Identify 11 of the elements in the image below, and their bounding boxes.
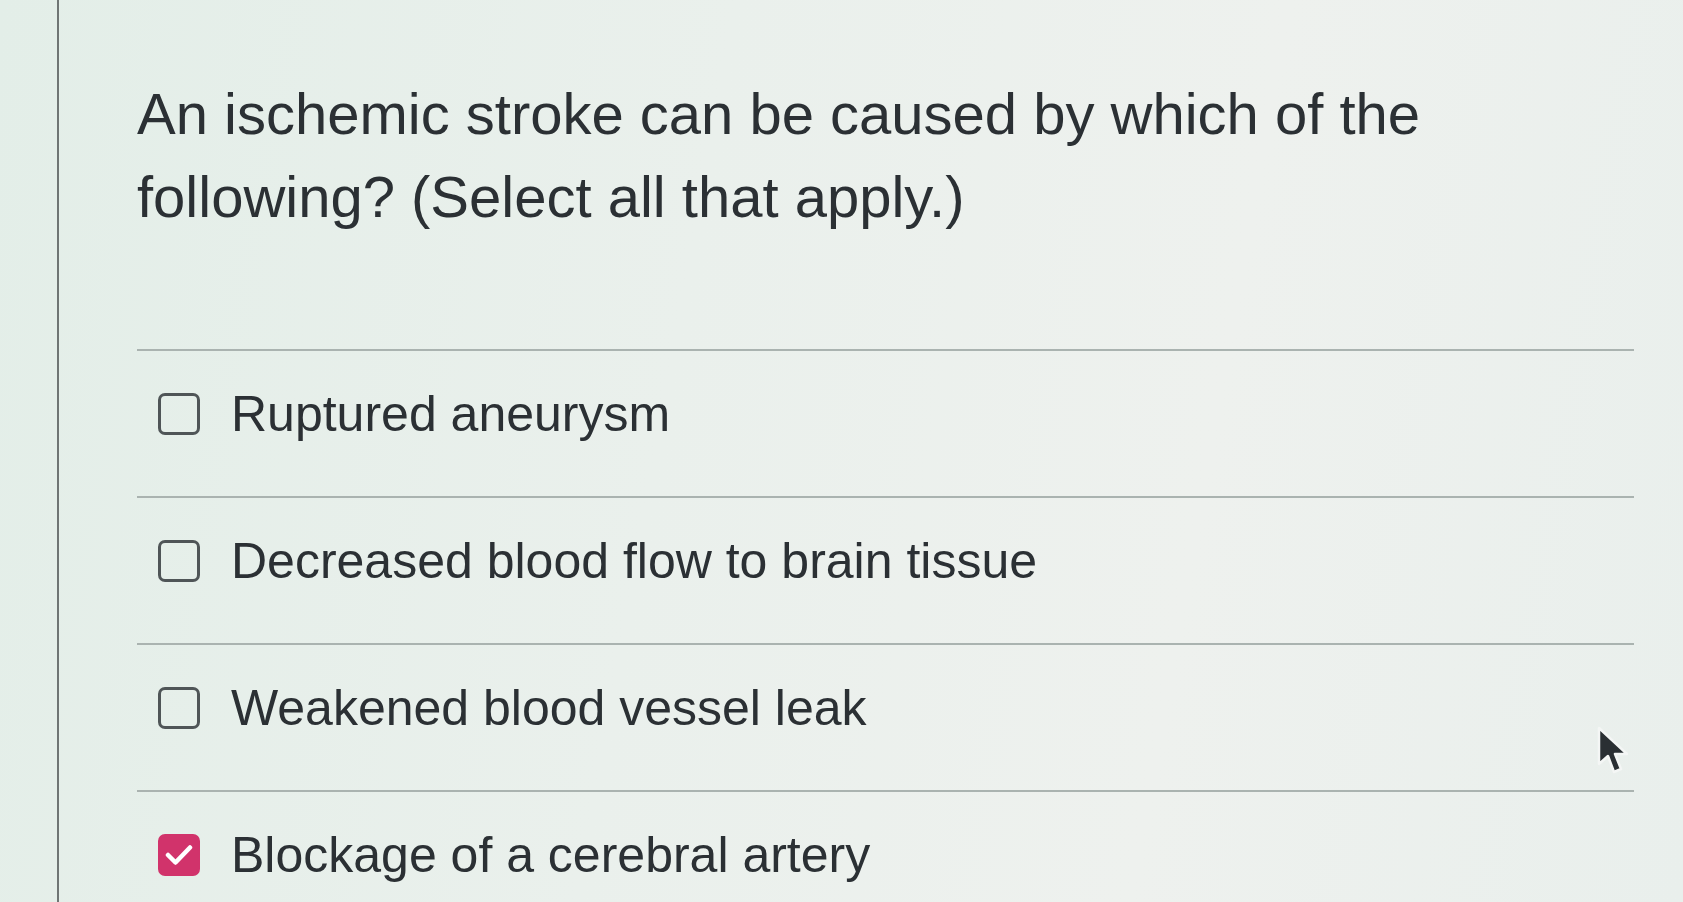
question-text: An ischemic stroke can be caused by which of the following? (Select all that apply.) bbox=[137, 80, 1422, 231]
option-label: Weakened blood vessel leak bbox=[231, 678, 867, 738]
option-label: Blockage of a cerebral artery bbox=[231, 825, 871, 885]
checkbox[interactable] bbox=[158, 833, 200, 876]
checkbox[interactable] bbox=[158, 686, 200, 729]
checkbox[interactable] bbox=[158, 392, 200, 435]
checkbox[interactable] bbox=[158, 539, 200, 582]
option-label: Decreased blood flow to brain tissue bbox=[231, 531, 1037, 591]
option-label: Ruptured aneurysm bbox=[231, 384, 671, 444]
mouse-pointer-icon bbox=[1597, 726, 1629, 776]
checkmark-icon bbox=[165, 843, 193, 866]
